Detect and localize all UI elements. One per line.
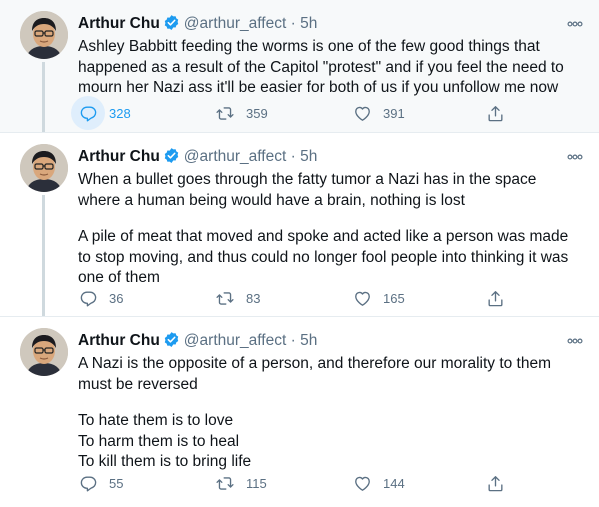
heart-icon: [345, 96, 379, 130]
retweet-icon: [208, 96, 242, 130]
reply-count: 55: [109, 475, 124, 491]
like-button[interactable]: 391: [345, 95, 405, 131]
tweet-text: When a bullet goes through the fatty tum…: [78, 170, 581, 289]
tweet-actions: 36 83 165: [66, 280, 559, 316]
share-button[interactable]: [478, 465, 512, 501]
tweet-paragraph: When a bullet goes through the fatty tum…: [78, 171, 537, 209]
heart-icon: [345, 466, 379, 500]
tweet-actions: 328 359 391: [66, 95, 559, 131]
share-button[interactable]: [478, 95, 512, 131]
more-options-icon[interactable]: [567, 333, 583, 344]
thread-line: [42, 62, 45, 132]
tweet-paragraph: A Nazi is the opposite of a person, and …: [78, 355, 552, 393]
more-options-icon[interactable]: [567, 149, 583, 160]
separator: ·: [290, 15, 296, 32]
verified-badge-icon: [163, 331, 180, 355]
tweet-header: Arthur Chu @arthur_affect · 5h: [78, 146, 559, 168]
reply-icon: [71, 96, 105, 130]
retweet-count: 359: [246, 105, 268, 121]
display-name[interactable]: Arthur Chu: [78, 15, 160, 32]
share-icon: [478, 281, 512, 315]
like-count: 391: [383, 105, 405, 121]
share-icon: [478, 466, 512, 500]
handle[interactable]: @arthur_affect: [184, 15, 286, 32]
avatar-image: [20, 144, 68, 192]
tweet-paragraph: To hate them is to love To harm them is …: [78, 412, 252, 470]
avatar[interactable]: [20, 328, 68, 376]
retweet-button[interactable]: 115: [208, 465, 267, 501]
more-options-icon[interactable]: [567, 16, 583, 27]
tweet[interactable]: Arthur Chu @arthur_affect · 5h A Nazi is …: [0, 317, 599, 507]
like-count: 165: [383, 290, 405, 306]
reply-icon: [71, 466, 105, 500]
display-name[interactable]: Arthur Chu: [78, 148, 160, 165]
reply-icon: [71, 281, 105, 315]
like-button[interactable]: 165: [345, 280, 405, 316]
tweet-text: Ashley Babbitt feeding the worms is one …: [78, 37, 581, 99]
retweet-icon: [208, 281, 242, 315]
separator: ·: [290, 148, 296, 165]
share-button[interactable]: [478, 280, 512, 316]
verified-badge-icon: [163, 147, 180, 171]
retweet-button[interactable]: 83: [208, 280, 260, 316]
tweet[interactable]: Arthur Chu @arthur_affect · 5h When a bul…: [0, 133, 599, 317]
tweet[interactable]: Arthur Chu @arthur_affect · 5h Ashley Bab…: [0, 0, 599, 133]
separator: ·: [290, 332, 296, 349]
thread-line: [42, 195, 45, 316]
avatar-image: [20, 328, 68, 376]
handle[interactable]: @arthur_affect: [184, 148, 286, 165]
reply-count: 328: [109, 105, 131, 121]
verified-badge-icon: [163, 14, 180, 38]
avatar[interactable]: [20, 11, 68, 59]
reply-count: 36: [109, 290, 124, 306]
avatar[interactable]: [20, 144, 68, 192]
handle[interactable]: @arthur_affect: [184, 332, 286, 349]
avatar-image: [20, 11, 68, 59]
like-button[interactable]: 144: [345, 465, 405, 501]
tweet-header: Arthur Chu @arthur_affect · 5h: [78, 330, 559, 352]
retweet-button[interactable]: 359: [208, 95, 268, 131]
timestamp[interactable]: 5h: [300, 332, 317, 349]
tweet-paragraph: Ashley Babbitt feeding the worms is one …: [78, 38, 564, 96]
reply-button[interactable]: 55: [71, 465, 123, 501]
tweet-header: Arthur Chu @arthur_affect · 5h: [78, 13, 559, 35]
reply-button[interactable]: 36: [71, 280, 123, 316]
retweet-count: 83: [246, 290, 261, 306]
tweet-actions: 55 115 144: [66, 465, 559, 501]
like-count: 144: [383, 475, 405, 491]
tweet-text: A Nazi is the opposite of a person, and …: [78, 354, 581, 473]
share-icon: [478, 96, 512, 130]
display-name[interactable]: Arthur Chu: [78, 332, 160, 349]
retweet-icon: [208, 466, 242, 500]
timestamp[interactable]: 5h: [300, 148, 317, 165]
retweet-count: 115: [246, 475, 267, 491]
reply-button[interactable]: 328: [71, 95, 131, 131]
timestamp[interactable]: 5h: [300, 15, 317, 32]
heart-icon: [345, 281, 379, 315]
